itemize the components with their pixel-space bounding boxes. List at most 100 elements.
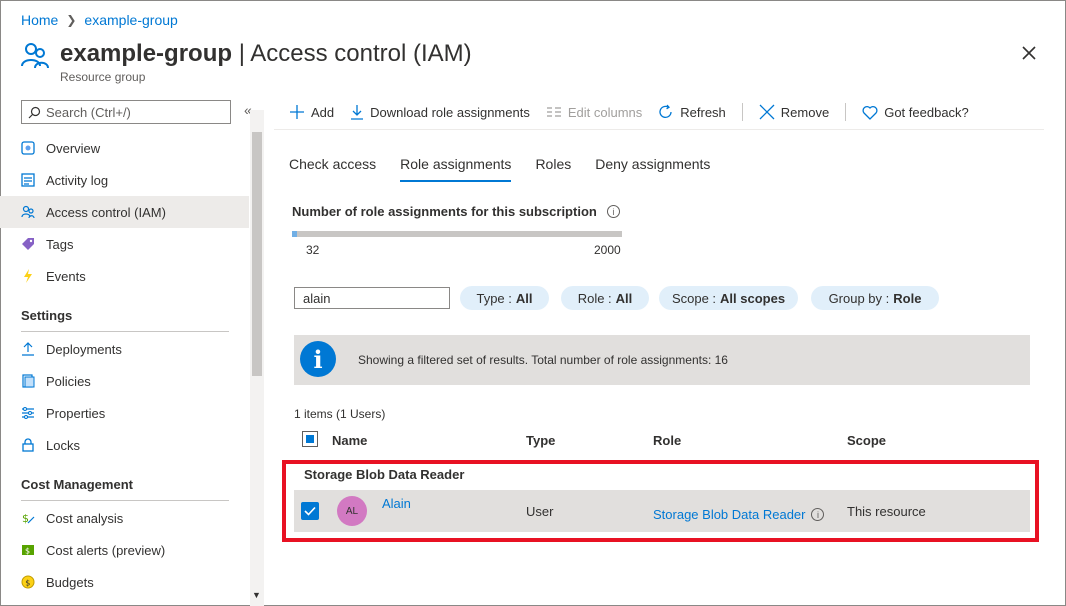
column-header-scope[interactable]: Scope: [847, 433, 886, 448]
info-icon: i: [300, 341, 336, 377]
svg-text:$: $: [25, 547, 30, 556]
sidebar-item-label: Cost analysis: [46, 510, 124, 526]
budgets-icon: $: [21, 575, 35, 589]
breadcrumb-group[interactable]: example-group: [84, 12, 177, 28]
sidebar-search-input[interactable]: Search (Ctrl+/): [21, 100, 231, 124]
role-assignment-progress-bar: [292, 231, 622, 237]
column-header-role[interactable]: Role: [653, 433, 681, 448]
columns-icon: [546, 107, 561, 117]
sidebar: Search (Ctrl+/) « Overview Activity log …: [0, 96, 264, 606]
sidebar-item-label: Deployments: [46, 341, 122, 357]
column-header-type[interactable]: Type: [526, 433, 555, 448]
cost-management-section-header: Cost Management: [21, 477, 133, 492]
role-filter-pill[interactable]: Role : All: [561, 286, 649, 310]
tab-deny-assignments[interactable]: Deny assignments: [595, 156, 710, 182]
sliders-icon: [21, 406, 35, 420]
sidebar-item-tags[interactable]: Tags: [0, 228, 249, 260]
sidebar-scroll-thumb[interactable]: [252, 132, 262, 376]
heart-icon: [862, 105, 878, 120]
sidebar-item-locks[interactable]: Locks: [0, 429, 249, 461]
feedback-button-label: Got feedback?: [884, 104, 969, 120]
scope-filter-label: Scope :: [671, 290, 717, 306]
type-filter-label: Type :: [476, 290, 512, 306]
breadcrumb-home[interactable]: Home: [21, 12, 58, 28]
sidebar-item-label: Budgets: [46, 574, 94, 590]
count-label: Number of role assignments for this subs…: [292, 204, 597, 219]
overview-icon: [21, 141, 35, 155]
sidebar-item-policies[interactable]: Policies: [0, 365, 249, 397]
close-icon: [759, 104, 775, 120]
column-header-name[interactable]: Name: [332, 433, 367, 448]
add-button[interactable]: Add: [289, 104, 334, 120]
sidebar-item-access-control[interactable]: Access control (IAM): [0, 196, 249, 228]
breadcrumb: Home ❯ example-group: [21, 12, 178, 28]
sidebar-item-overview[interactable]: Overview: [0, 132, 249, 164]
refresh-icon: [659, 104, 672, 118]
info-icon[interactable]: i: [606, 205, 620, 218]
sidebar-item-cost-analysis[interactable]: $ Cost analysis: [0, 502, 249, 534]
download-icon: [351, 105, 364, 120]
download-role-assignments-button[interactable]: Download role assignments: [350, 104, 530, 120]
settings-section-header: Settings: [21, 308, 73, 323]
page-title-group: example-group: [60, 40, 233, 67]
sidebar-item-label: Activity log: [46, 172, 109, 188]
select-all-checkbox[interactable]: [302, 431, 318, 447]
edit-columns-button[interactable]: Edit columns: [546, 105, 642, 120]
type-filter-value: All: [515, 290, 533, 306]
sidebar-item-label: Tags: [46, 236, 74, 252]
page-header: example-group | Access control (IAM) Res…: [20, 40, 472, 84]
sidebar-search-placeholder: Search (Ctrl+/): [46, 104, 131, 120]
scroll-down-icon[interactable]: ▼: [252, 590, 261, 600]
sidebar-item-label: Policies: [46, 373, 91, 389]
remove-button-label: Remove: [780, 104, 830, 120]
group-by-filter-pill[interactable]: Group by : Role: [811, 286, 939, 310]
type-filter-pill[interactable]: Type : All: [460, 286, 549, 310]
tab-check-access[interactable]: Check access: [289, 156, 376, 182]
close-icon: [1022, 46, 1036, 60]
cost-alerts-icon: $: [21, 543, 35, 557]
sidebar-item-budgets[interactable]: $ Budgets: [0, 566, 249, 598]
people-icon: [20, 40, 50, 73]
lightning-icon: [21, 269, 35, 283]
tab-roles[interactable]: Roles: [535, 156, 571, 182]
info-banner-text: Showing a filtered set of results. Total…: [358, 353, 728, 367]
page-title: example-group | Access control (IAM): [60, 40, 472, 68]
cost-analysis-icon: $: [21, 511, 35, 525]
command-bar: Add Download role assignments Edit colum…: [289, 98, 985, 126]
sidebar-item-activity-log[interactable]: Activity log: [0, 164, 249, 196]
people-icon: [21, 205, 35, 219]
download-button-label: Download role assignments: [370, 104, 530, 120]
sidebar-item-events[interactable]: Events: [0, 260, 249, 292]
sidebar-item-label: Events: [46, 268, 86, 284]
close-button[interactable]: [1018, 42, 1040, 64]
divider: [274, 129, 1044, 130]
role-assignment-count-heading: Number of role assignments for this subs…: [292, 204, 620, 219]
search-icon: [28, 106, 41, 118]
divider: [21, 500, 229, 501]
group-by-label: Group by :: [828, 290, 890, 306]
toolbar-divider: [845, 103, 847, 121]
toolbar-divider: [741, 103, 743, 121]
sidebar-item-label: Cost alerts (preview): [46, 542, 166, 558]
search-by-name-input[interactable]: [294, 287, 450, 309]
progress-current-value: 32: [306, 243, 320, 257]
role-filter-value: All: [615, 290, 633, 306]
sidebar-item-properties[interactable]: Properties: [0, 397, 249, 429]
refresh-button[interactable]: Refresh: [658, 104, 726, 120]
svg-text:$: $: [22, 512, 29, 525]
edit-columns-label: Edit columns: [567, 104, 643, 120]
feedback-button[interactable]: Got feedback?: [862, 105, 969, 120]
sidebar-item-label: Access control (IAM): [46, 204, 166, 220]
tab-role-assignments[interactable]: Role assignments: [400, 156, 512, 182]
progress-fill: [292, 231, 298, 237]
sidebar-item-label: Locks: [46, 437, 80, 453]
remove-button[interactable]: Remove: [759, 104, 829, 120]
refresh-button-label: Refresh: [680, 104, 726, 120]
sidebar-item-cost-alerts[interactable]: $ Cost alerts (preview): [0, 534, 249, 566]
sidebar-item-deployments[interactable]: Deployments: [0, 333, 249, 365]
scope-filter-pill[interactable]: Scope : All scopes: [659, 286, 798, 310]
progress-max-value: 2000: [594, 243, 621, 257]
role-filter-label: Role :: [577, 290, 612, 306]
page-subtitle: Resource group: [60, 70, 146, 84]
tab-bar: Check access Role assignments Roles Deny…: [289, 156, 710, 182]
